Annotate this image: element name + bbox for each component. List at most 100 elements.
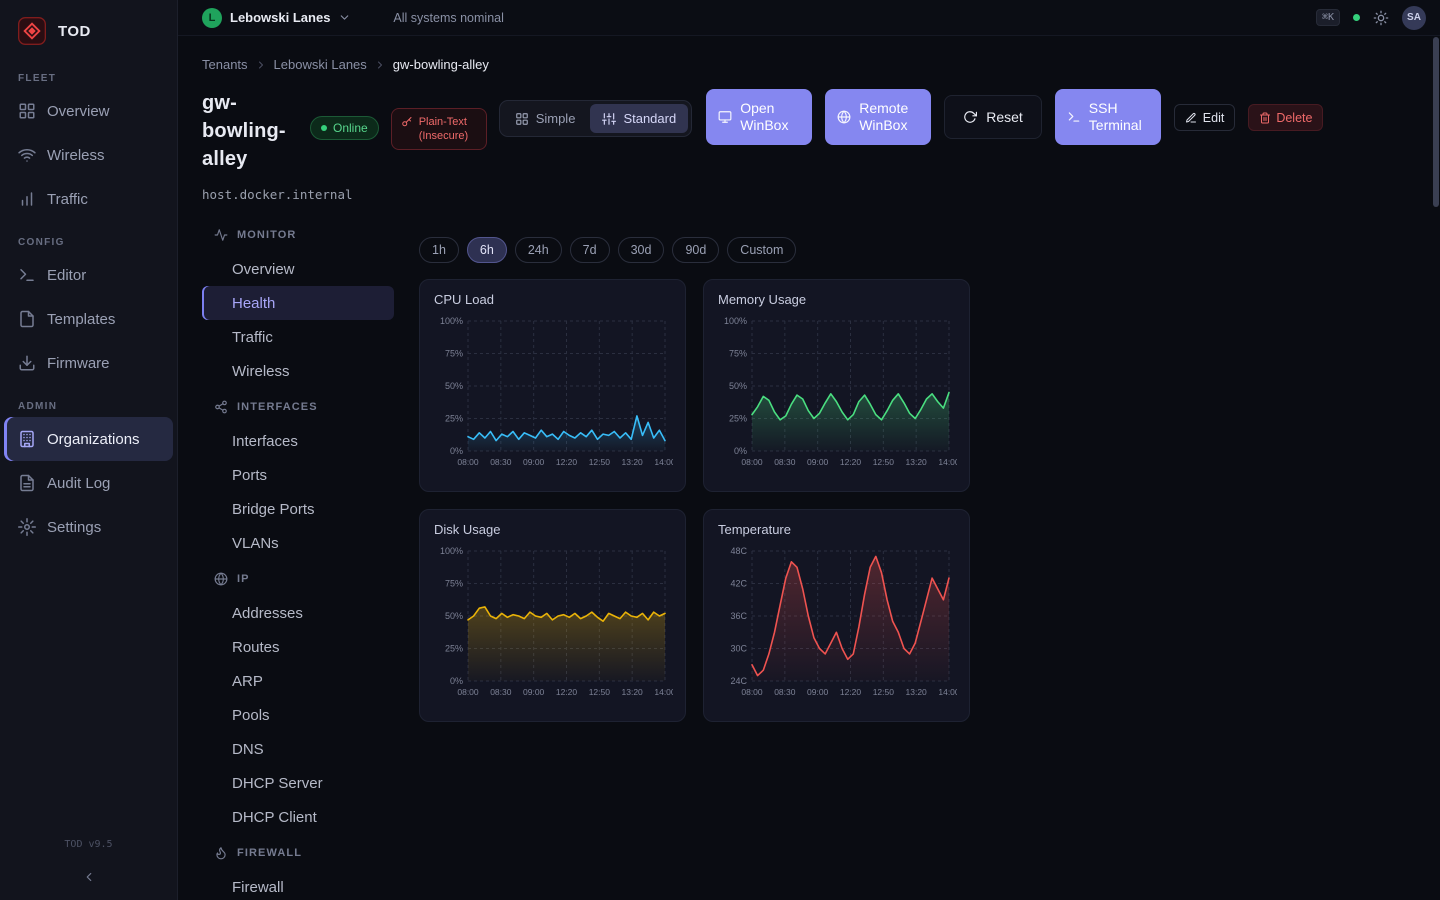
subnav-item-routes[interactable]: Routes xyxy=(202,630,394,664)
view-toggle: Simple Standard xyxy=(499,100,693,137)
sidebar-item-overview[interactable]: Overview xyxy=(4,89,173,133)
view-standard-button[interactable]: Standard xyxy=(590,104,688,133)
time-range-90d[interactable]: 90d xyxy=(672,237,719,263)
memory-usage-chart: 100%75%50%25%0%08:0008:3009:0012:2012:50… xyxy=(718,313,957,473)
svg-text:14:00: 14:00 xyxy=(938,687,957,697)
svg-text:12:50: 12:50 xyxy=(873,687,895,697)
svg-text:50%: 50% xyxy=(729,381,747,391)
online-status-badge: Online xyxy=(310,116,379,140)
subnav-section-monitor: MONITOR xyxy=(202,218,394,252)
subnav-item-overview[interactable]: Overview xyxy=(202,252,394,286)
sidebar-footer: TOD v9.5 xyxy=(0,839,177,900)
svg-text:08:30: 08:30 xyxy=(774,457,796,467)
open-winbox-button[interactable]: Open WinBox xyxy=(706,89,812,145)
online-dot xyxy=(321,125,327,131)
health-panel: 1h 6h 24h 7d 30d 90d Custom CPU Load 100… xyxy=(419,216,1416,900)
sidebar-item-label: Editor xyxy=(47,267,86,284)
subnav-item-dns[interactable]: DNS xyxy=(202,732,394,766)
subnav-item-interfaces[interactable]: Interfaces xyxy=(202,424,394,458)
chart-card-temperature: Temperature 48C42C36C30C24C08:0008:3009:… xyxy=(703,509,970,722)
scrollbar-thumb[interactable] xyxy=(1433,37,1439,207)
building-icon xyxy=(18,430,36,448)
subnav-item-ports[interactable]: Ports xyxy=(202,458,394,492)
file-icon xyxy=(18,310,36,328)
cpu-load-chart: 100%75%50%25%0%08:0008:3009:0012:2012:50… xyxy=(434,313,673,473)
subnav-item-health[interactable]: Health xyxy=(202,286,394,320)
pencil-icon xyxy=(1185,112,1197,124)
svg-text:50%: 50% xyxy=(445,611,463,621)
time-range-1h[interactable]: 1h xyxy=(419,237,459,263)
theme-toggle-icon[interactable] xyxy=(1373,10,1389,26)
time-range-6h[interactable]: 6h xyxy=(467,237,507,263)
sidebar-item-firmware[interactable]: Firmware xyxy=(4,341,173,385)
sidebar-item-label: Settings xyxy=(47,519,101,536)
sidebar-item-templates[interactable]: Templates xyxy=(4,297,173,341)
breadcrumb-tenant[interactable]: Lebowski Lanes xyxy=(274,57,367,72)
trash-icon xyxy=(1259,112,1271,124)
subnav-item-dhcp-server[interactable]: DHCP Server xyxy=(202,766,394,800)
time-range-30d[interactable]: 30d xyxy=(618,237,665,263)
time-range-custom[interactable]: Custom xyxy=(727,237,796,263)
time-range-7d[interactable]: 7d xyxy=(570,237,610,263)
sidebar-item-settings[interactable]: Settings xyxy=(4,505,173,549)
chart-title: Disk Usage xyxy=(434,522,671,537)
app-version: TOD v9.5 xyxy=(0,839,177,850)
chart-title: Temperature xyxy=(718,522,955,537)
sidebar-item-organizations[interactable]: Organizations xyxy=(4,417,173,461)
svg-text:12:50: 12:50 xyxy=(873,457,895,467)
sidebar-item-traffic[interactable]: Traffic xyxy=(4,177,173,221)
delete-button[interactable]: Delete xyxy=(1248,104,1323,131)
system-status-text: All systems nominal xyxy=(393,11,503,25)
command-palette-shortcut[interactable]: ⌘K xyxy=(1316,9,1340,26)
sidebar-item-editor[interactable]: Editor xyxy=(4,253,173,297)
app-logo-icon xyxy=(16,15,48,47)
subnav-item-firewall[interactable]: Firewall xyxy=(202,870,394,900)
network-icon xyxy=(214,400,228,414)
ssh-terminal-button[interactable]: SSH Terminal xyxy=(1055,89,1161,145)
remote-winbox-button[interactable]: Remote WinBox xyxy=(825,89,931,145)
subnav-item-wireless[interactable]: Wireless xyxy=(202,354,394,388)
ssh-terminal-label: SSH Terminal xyxy=(1089,100,1149,134)
svg-text:08:30: 08:30 xyxy=(490,687,512,697)
subnav-item-bridge-ports[interactable]: Bridge Ports xyxy=(202,492,394,526)
app-logo-row: TOD xyxy=(0,0,177,57)
chevron-right-icon xyxy=(374,59,386,71)
sidebar-section-label: ADMIN xyxy=(0,401,177,412)
subnav-item-arp[interactable]: ARP xyxy=(202,664,394,698)
tenant-selector[interactable]: L Lebowski Lanes xyxy=(202,8,351,28)
edit-button[interactable]: Edit xyxy=(1174,104,1236,131)
subnav-item-traffic[interactable]: Traffic xyxy=(202,320,394,354)
svg-text:75%: 75% xyxy=(445,349,463,359)
chevron-left-icon xyxy=(82,870,96,884)
open-winbox-label: Open WinBox xyxy=(740,100,800,134)
svg-text:13:20: 13:20 xyxy=(622,457,644,467)
time-range-24h[interactable]: 24h xyxy=(515,237,562,263)
terminal-icon xyxy=(1067,110,1081,124)
globe-icon xyxy=(837,110,851,124)
subnav-item-addresses[interactable]: Addresses xyxy=(202,596,394,630)
device-subnav: MONITOR Overview Health Traffic Wireless… xyxy=(202,216,394,900)
svg-text:08:00: 08:00 xyxy=(457,687,479,697)
main-scrollbar[interactable] xyxy=(1433,37,1439,899)
subnav-item-dhcp-client[interactable]: DHCP Client xyxy=(202,800,394,834)
svg-text:13:20: 13:20 xyxy=(906,457,928,467)
sidebar-collapse-button[interactable] xyxy=(0,862,177,892)
svg-text:13:20: 13:20 xyxy=(622,687,644,697)
user-avatar[interactable]: SA xyxy=(1402,6,1426,30)
view-simple-button[interactable]: Simple xyxy=(503,104,588,133)
sidebar-item-label: Wireless xyxy=(47,147,105,164)
sidebar-item-wireless[interactable]: Wireless xyxy=(4,133,173,177)
breadcrumb-tenants[interactable]: Tenants xyxy=(202,57,248,72)
disk-usage-chart: 100%75%50%25%0%08:0008:3009:0012:2012:50… xyxy=(434,543,673,703)
subnav-item-vlans[interactable]: VLANs xyxy=(202,526,394,560)
breadcrumb-current: gw-bowling-alley xyxy=(393,57,489,72)
subnav-item-pools[interactable]: Pools xyxy=(202,698,394,732)
sidebar-item-audit-log[interactable]: Audit Log xyxy=(4,461,173,505)
reset-button[interactable]: Reset xyxy=(944,95,1042,139)
svg-text:12:20: 12:20 xyxy=(556,457,578,467)
chart-title: CPU Load xyxy=(434,292,671,307)
sidebar-section-fleet: FLEET Overview Wireless Traffic xyxy=(0,73,177,221)
chart-card-cpu: CPU Load 100%75%50%25%0%08:0008:3009:001… xyxy=(419,279,686,492)
sidebar-section-config: CONFIG Editor Templates Firmware xyxy=(0,237,177,385)
edit-label: Edit xyxy=(1203,111,1225,125)
